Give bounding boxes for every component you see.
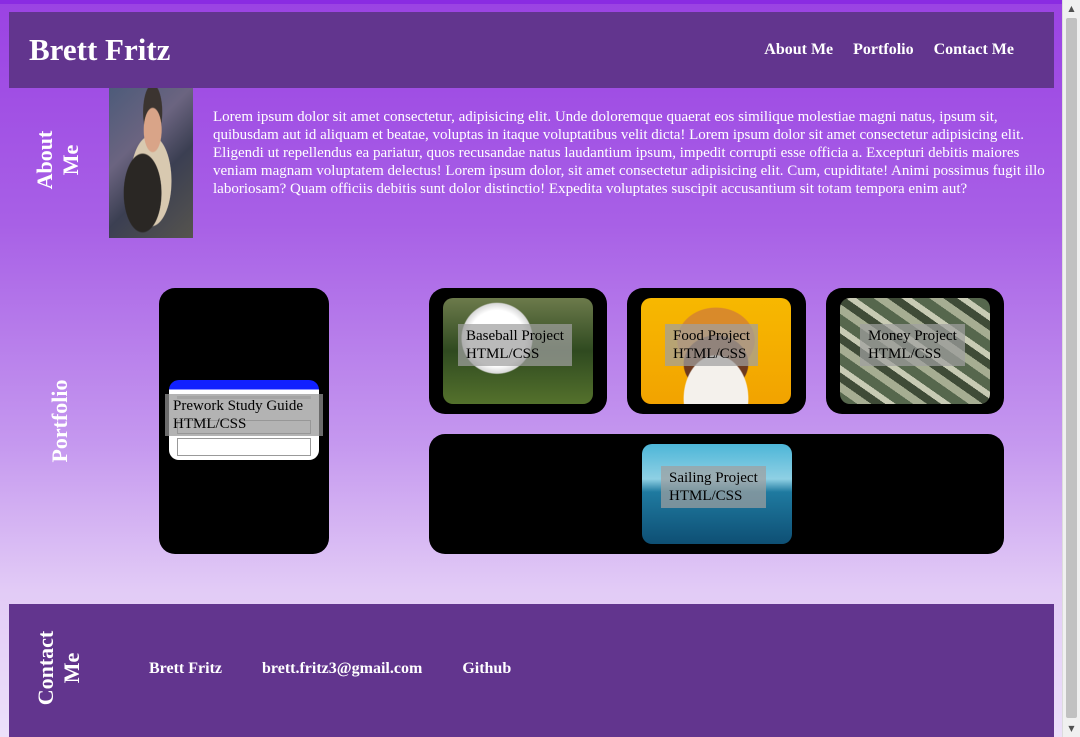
main-nav: About Me Portfolio Contact Me bbox=[764, 41, 1014, 59]
project-caption-baseball: Baseball Project HTML/CSS bbox=[458, 324, 572, 366]
project-tech-prework: HTML/CSS bbox=[173, 416, 247, 432]
project-name-prework: Prework Study Guide bbox=[173, 398, 303, 414]
about-label-line1: About bbox=[32, 130, 57, 190]
page-viewport: Brett Fritz About Me Portfolio Contact M… bbox=[0, 0, 1062, 737]
contact-name[interactable]: Brett Fritz bbox=[149, 660, 222, 678]
about-text: Lorem ipsum dolor sit amet consectetur, … bbox=[213, 109, 1045, 197]
project-card-baseball: Baseball Project HTML/CSS bbox=[429, 288, 607, 414]
project-caption-sailing: Sailing Project HTML/CSS bbox=[661, 466, 766, 508]
portfolio-section-label: Portfolio bbox=[47, 379, 72, 463]
project-caption-money: Money Project HTML/CSS bbox=[860, 324, 965, 366]
about-label-line2: Me bbox=[58, 144, 83, 176]
project-tech-sailing: HTML/CSS bbox=[669, 488, 743, 504]
project-name-food: Food Project bbox=[673, 328, 751, 344]
about-section-label: About Me bbox=[32, 120, 88, 200]
project-tech-food: HTML/CSS bbox=[673, 346, 747, 362]
scroll-up-arrow-icon[interactable]: ▲ bbox=[1063, 0, 1080, 17]
project-tech-money: HTML/CSS bbox=[868, 346, 942, 362]
site-title: Brett Fritz bbox=[29, 32, 171, 67]
nav-contact-me[interactable]: Contact Me bbox=[934, 41, 1014, 59]
project-card-money: Money Project HTML/CSS bbox=[826, 288, 1004, 414]
project-name-sailing: Sailing Project bbox=[669, 470, 758, 486]
contact-label-line1: Contact bbox=[33, 630, 58, 706]
project-name-baseball: Baseball Project bbox=[466, 328, 564, 344]
scroll-thumb[interactable] bbox=[1066, 18, 1077, 718]
contact-footer: Contact Me Brett Fritz brett.fritz3@gmai… bbox=[9, 604, 1054, 737]
contact-label-line2: Me bbox=[59, 652, 84, 684]
nav-portfolio[interactable]: Portfolio bbox=[853, 41, 913, 59]
contact-email-link[interactable]: brett.fritz3@gmail.com bbox=[262, 660, 422, 678]
project-card-prework: Prework Study Guide HTML/CSS bbox=[159, 288, 329, 554]
project-caption-prework: Prework Study Guide HTML/CSS bbox=[165, 394, 323, 436]
contact-github-link[interactable]: Github bbox=[462, 660, 511, 678]
scroll-down-arrow-icon[interactable]: ▼ bbox=[1063, 720, 1080, 737]
project-card-sailing: Sailing Project HTML/CSS bbox=[429, 434, 1004, 554]
nav-about-me[interactable]: About Me bbox=[764, 41, 833, 59]
project-card-food: Food Project HTML/CSS bbox=[627, 288, 806, 414]
contact-links: Brett Fritz brett.fritz3@gmail.com Githu… bbox=[149, 660, 511, 678]
vertical-scrollbar[interactable]: ▲ ▼ bbox=[1062, 0, 1080, 737]
project-caption-food: Food Project HTML/CSS bbox=[665, 324, 759, 366]
project-name-money: Money Project bbox=[868, 328, 957, 344]
contact-section-label: Contact Me bbox=[33, 623, 89, 713]
profile-photo bbox=[109, 88, 193, 238]
project-tech-baseball: HTML/CSS bbox=[466, 346, 540, 362]
site-header: Brett Fritz About Me Portfolio Contact M… bbox=[9, 12, 1054, 88]
